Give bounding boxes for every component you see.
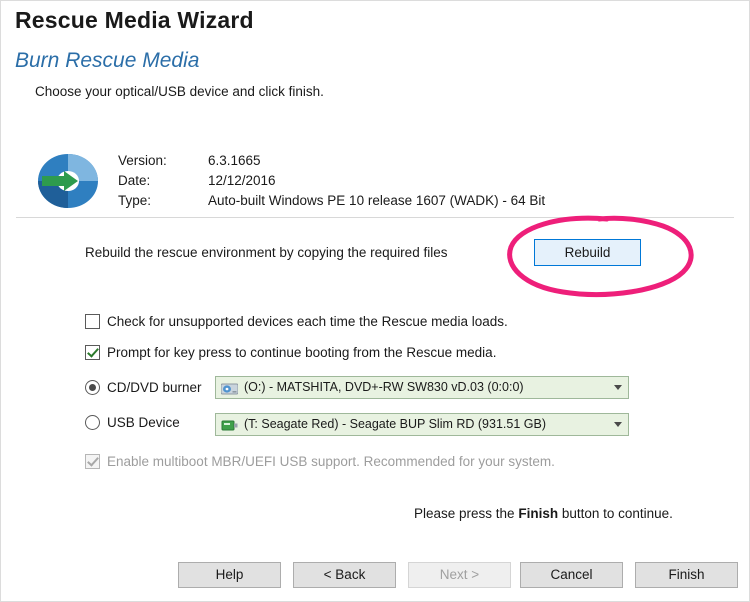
info-label-date: Date: <box>118 173 151 188</box>
help-button[interactable]: Help <box>178 562 281 588</box>
finish-hint: Please press the Finish button to contin… <box>414 506 673 521</box>
next-button: Next > <box>408 562 511 588</box>
usb-device-value: (T: Seagate Red) - Seagate BUP Slim RD (… <box>244 417 546 431</box>
radio-cd-dvd-burner[interactable]: CD/DVD burner <box>85 380 202 395</box>
radio-label: CD/DVD burner <box>107 380 202 395</box>
checkbox-box[interactable] <box>85 314 100 329</box>
chevron-down-icon[interactable] <box>608 377 628 398</box>
checkbox-label: Check for unsupported devices each time … <box>107 314 508 329</box>
radio-button[interactable] <box>85 380 100 395</box>
cancel-button[interactable]: Cancel <box>520 562 623 588</box>
page-subtitle: Burn Rescue Media <box>15 49 200 72</box>
checkbox-unsupported-devices[interactable]: Check for unsupported devices each time … <box>85 314 508 329</box>
page-title: Rescue Media Wizard <box>15 7 254 33</box>
checkbox-label: Prompt for key press to continue booting… <box>107 345 497 360</box>
info-row: Version: 6.3.1665 <box>118 151 545 171</box>
chevron-down-icon[interactable] <box>608 414 628 435</box>
rebuild-button[interactable]: Rebuild <box>534 239 641 266</box>
checkbox-key-press[interactable]: Prompt for key press to continue booting… <box>85 345 496 360</box>
usb-drive-icon <box>221 417 238 433</box>
info-label-type: Type: <box>118 193 152 208</box>
back-button[interactable]: < Back <box>293 562 396 588</box>
checkbox-multiboot-support: Enable multiboot MBR/UEFI USB support. R… <box>85 454 555 469</box>
finish-hint-prefix: Please press the <box>414 506 515 521</box>
usb-device-dropdown[interactable]: (T: Seagate Red) - Seagate BUP Slim RD (… <box>215 413 629 436</box>
info-value-date: 12/12/2016 <box>208 173 276 188</box>
finish-button[interactable]: Finish <box>635 562 738 588</box>
optical-drive-icon <box>220 380 239 396</box>
page-instruction: Choose your optical/USB device and click… <box>35 84 324 99</box>
checkbox-label: Enable multiboot MBR/UEFI USB support. R… <box>107 454 555 469</box>
info-row: Date: 12/12/2016 <box>118 171 545 191</box>
info-row: Type: Auto-built Windows PE 10 release 16… <box>118 191 545 211</box>
radio-usb-device[interactable]: USB Device <box>85 415 180 430</box>
radio-label: USB Device <box>107 415 180 430</box>
rebuild-description: Rebuild the rescue environment by copyin… <box>85 245 448 260</box>
cd-dvd-device-dropdown[interactable]: (O:) - MATSHITA, DVD+-RW SW830 vD.03 (0:… <box>215 376 629 399</box>
checkbox-box <box>85 454 100 469</box>
info-value-version: 6.3.1665 <box>208 153 261 168</box>
finish-hint-bold: Finish <box>518 506 559 521</box>
cd-dvd-device-value: (O:) - MATSHITA, DVD+-RW SW830 vD.03 (0:… <box>244 380 524 394</box>
media-info-block: Version: 6.3.1665 Date: 12/12/2016 Type: Au… <box>118 151 545 211</box>
radio-button[interactable] <box>85 415 100 430</box>
info-label-version: Version: <box>118 153 167 168</box>
checkbox-box[interactable] <box>85 345 100 360</box>
rescue-disc-icon <box>34 153 104 209</box>
info-value-type: Auto-built Windows PE 10 release 1607 (W… <box>208 193 546 208</box>
section-divider <box>16 217 734 218</box>
rescue-media-wizard-window: Rescue Media Wizard Burn Rescue Media Ch… <box>0 0 750 602</box>
finish-hint-suffix: button to continue. <box>561 506 673 521</box>
